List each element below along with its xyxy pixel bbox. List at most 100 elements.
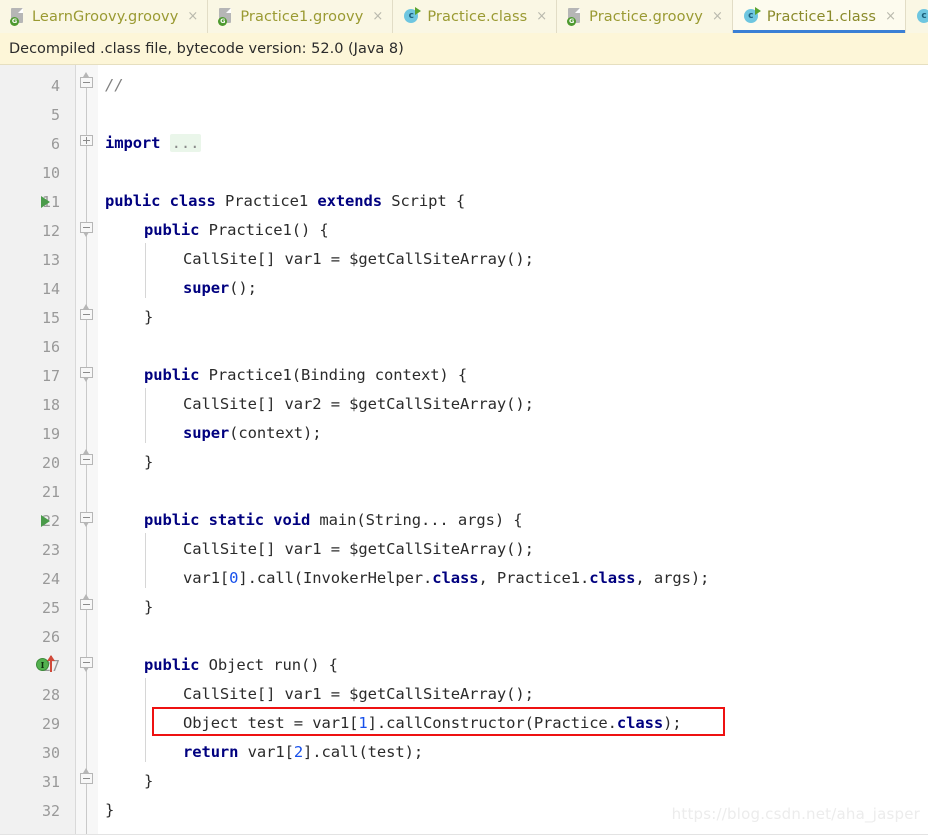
code-line[interactable]: 12 public Practice1() { [0,218,928,247]
indent-guide [145,243,146,298]
code-text: public Object run() { [144,656,338,674]
fold-toggle-collapse[interactable] [80,367,94,382]
close-icon[interactable]: × [885,10,896,23]
editor-tab-practice-groovy[interactable]: G Practice.groovy × [557,0,733,33]
line-number: 10 [41,164,60,182]
line-number: 18 [41,396,60,414]
code-editor-area[interactable]: 4 // 5 6 import ... 10 11 public class Practice… [0,65,928,835]
code-text: public Practice1() { [144,221,329,239]
code-line[interactable]: 4 // [0,73,928,102]
code-line[interactable]: 29 Object test = var1[1].callConstructor(… [0,711,928,740]
groovy-file-icon: G [567,8,582,26]
keyword-token: class [589,569,636,587]
fold-toggle-collapse[interactable] [80,304,94,324]
class-file-icon: c [743,7,761,25]
code-line[interactable]: 30 return var1[2].call(test); [0,740,928,769]
editor-tab-practice-class[interactable]: c Practice.class × [393,0,558,33]
fold-toggle-collapse[interactable] [80,222,94,237]
plain-token: Practice1(Binding context) { [199,366,468,384]
code-line[interactable]: 20} [0,450,928,479]
code-line[interactable]: 26 [0,624,928,653]
fold-toggle-collapse[interactable] [80,72,94,92]
keyword-token: public static void [144,511,311,529]
close-icon[interactable]: × [536,10,547,23]
code-line[interactable]: 22 public static void main(String... args… [0,508,928,537]
fold-toggle-collapse[interactable] [80,657,94,672]
line-number: 26 [41,628,60,646]
code-line[interactable]: 21 [0,479,928,508]
groovy-file-icon: G [10,8,25,26]
plain-token: } [105,801,115,819]
run-gutter-icon[interactable] [41,515,50,527]
close-icon[interactable]: × [187,10,198,23]
code-text: // [105,76,124,94]
editor-tab-learngroovy-groovy[interactable]: G LearnGroovy.groovy × [0,0,209,33]
keyword-token: extends [317,192,382,210]
fold-toggle-collapse[interactable] [80,512,94,527]
code-line[interactable]: 31} [0,769,928,798]
plain-token: } [144,598,154,616]
indent-guide [145,388,146,443]
code-line[interactable]: 18 CallSite[] var2 = $getCallSiteArray(); [0,392,928,421]
editor-tab-label: LearnGroovy.groovy [32,8,179,25]
run-arrow-overlay-icon [415,7,422,15]
editor-tab-practice1-groovy[interactable]: G Practice1.groovy × [208,0,394,33]
code-text: public class Practice1 extends Script { [105,192,465,210]
folded-region-placeholder[interactable]: ... [169,134,202,152]
code-text: var1[0].call(InvokerHelper.class, Practi… [183,569,709,587]
code-line[interactable]: 5 [0,102,928,131]
plain-token: Object test = var1[ [183,714,359,732]
plain-token: , args); [635,569,710,587]
plain-token: ].call(InvokerHelper. [238,569,433,587]
code-line[interactable]: 27public Object run() { [0,653,928,682]
fold-toggle-collapse[interactable] [80,594,94,614]
code-line[interactable]: 14 super(); [0,276,928,305]
close-icon[interactable]: × [372,10,383,23]
code-text: public Practice1(Binding context) { [144,366,467,384]
code-line[interactable]: 25} [0,595,928,624]
minus-icon [80,512,93,523]
plain-token: } [144,772,154,790]
code-line[interactable]: 24 var1[0].call(InvokerHelper.class, Prac… [0,566,928,595]
code-line[interactable]: 15} [0,305,928,334]
close-icon[interactable]: × [712,10,723,23]
code-line[interactable]: 19 super(context); [0,421,928,450]
fold-toggle-expand[interactable] [80,135,94,150]
code-line[interactable]: 23 CallSite[] var1 = $getCallSiteArray(); [0,537,928,566]
fold-toggle-collapse[interactable] [80,449,94,469]
line-number: 23 [41,541,60,559]
line-number: 25 [41,599,60,617]
minus-icon [80,367,93,378]
plain-token: main(String... args) { [310,511,523,529]
code-line[interactable]: 6 import ... [0,131,928,160]
line-number: 28 [41,686,60,704]
code-line[interactable]: 13 CallSite[] var1 = $getCallSiteArray(); [0,247,928,276]
code-text: super(context); [183,424,322,442]
plain-token: Practice1 [215,192,318,210]
line-number: 31 [41,773,60,791]
code-line[interactable]: 28 CallSite[] var1 = $getCallSiteArray(); [0,682,928,711]
fold-toggle-collapse[interactable] [80,768,94,788]
line-number: 12 [41,222,60,240]
overriding-method-arrow-icon[interactable] [47,655,55,672]
editor-tab-practice1-class[interactable]: c Practice1.class × [732,0,906,33]
line-number: 21 [41,483,60,501]
plain-token: var1[ [238,743,294,761]
run-gutter-icon[interactable] [41,196,50,208]
minus-icon [80,454,93,465]
code-line[interactable]: 11 public class Practice1 extends Script … [0,189,928,218]
code-line[interactable]: 17 public Practice1(Binding context) { [0,363,928,392]
code-text: } [144,453,153,471]
line-number: 5 [50,106,60,124]
editor-tab-partial[interactable]: c [906,0,928,33]
minus-icon [80,773,93,784]
code-text: Object test = var1[1].callConstructor(Pr… [183,714,682,732]
plain-token: var1[ [183,569,230,587]
decompiled-notification-banner: Decompiled .class file, bytecode version… [0,33,928,65]
code-text: CallSite[] var1 = $getCallSiteArray(); [183,685,534,703]
keyword-token: import [105,134,161,152]
line-number: 17 [41,367,60,385]
code-line[interactable]: 16 [0,334,928,363]
code-line[interactable]: 10 [0,160,928,189]
